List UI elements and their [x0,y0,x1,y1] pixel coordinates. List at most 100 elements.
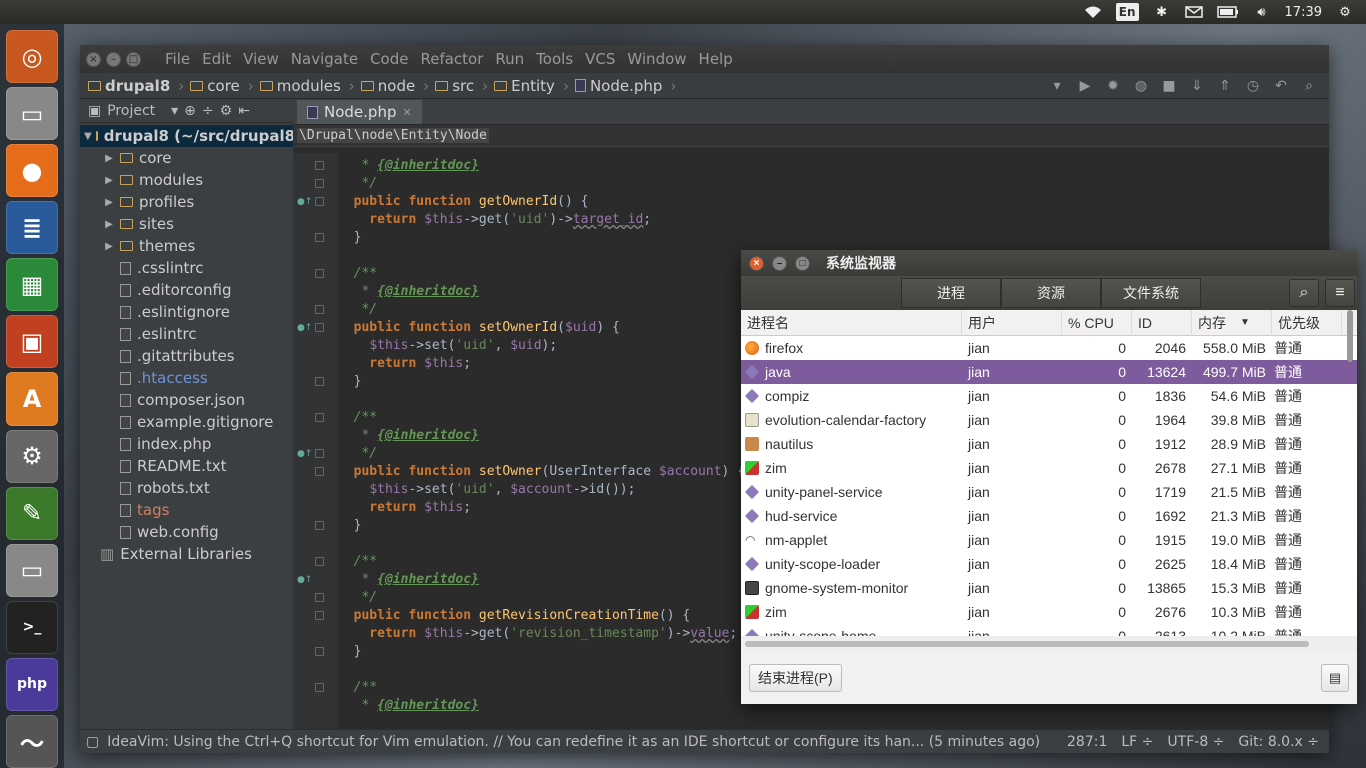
tool-windows-icon[interactable]: ▢ [86,734,99,750]
tree-item[interactable]: .htaccess [80,367,293,389]
column-header[interactable]: 优先级 [1272,309,1342,336]
process-properties-button[interactable]: ▤ [1321,664,1349,692]
hide-panel-icon[interactable]: ⇤ [238,103,250,119]
status-info-item[interactable]: UTF-8 ÷ [1167,734,1224,750]
chevron-right-icon[interactable]: ▶ [102,175,116,186]
table-row[interactable]: unity-panel-service jian 0 1719 21.5 MiB 普通 [741,480,1357,504]
vcs-update-icon[interactable]: ⇓ [1187,78,1207,94]
menu-refactor[interactable]: Refactor [414,50,489,68]
menu-edit[interactable]: Edit [196,50,237,68]
tree-item[interactable]: ▼ drupal8 (~/src/drupal8) [80,125,302,147]
breadcrumb-item[interactable]: modules › [259,77,355,95]
table-row[interactable]: nautilus jian 0 1912 28.9 MiB 普通 [741,432,1357,456]
override-marker-icon[interactable]: ●↑ [297,449,312,459]
search-button[interactable]: ⌕ [1289,279,1319,307]
wifi-icon[interactable] [1084,3,1102,21]
phpstorm-icon[interactable]: php [6,657,58,711]
stop-icon[interactable]: ■ [1159,78,1179,94]
table-row[interactable]: compiz jian 0 1836 54.6 MiB 普通 [741,384,1357,408]
breadcrumb-item[interactable]: drupal8 › [88,77,184,95]
fold-icon[interactable] [315,647,324,656]
end-process-button[interactable]: 结束进程(P) [749,664,842,692]
tree-item[interactable]: index.php [80,433,293,455]
fold-icon[interactable] [315,233,324,242]
close-tab-icon[interactable]: ✕ [402,106,411,119]
close-window-button[interactable]: × [86,51,101,67]
breadcrumb-item[interactable]: Entity › [494,77,569,95]
table-row[interactable]: hud-service jian 0 1692 21.3 MiB 普通 [741,504,1357,528]
run-icon[interactable]: ▶ [1075,78,1095,94]
fold-icon[interactable] [315,683,324,692]
calc-icon[interactable]: ▦ [6,258,58,312]
clock[interactable]: 17:39 [1285,3,1322,21]
menu-button[interactable]: ≡ [1325,279,1355,307]
tab-filesystems[interactable]: 文件系统 [1101,278,1201,308]
files-icon[interactable]: ▭ [6,87,58,141]
vertical-scrollbar[interactable] [1345,310,1355,650]
menu-view[interactable]: View [237,50,285,68]
system-monitor-icon[interactable]: 〜 [6,714,58,768]
settings-icon[interactable]: ⚙ [6,429,58,483]
project-view-label[interactable]: Project [107,103,155,119]
override-marker-icon[interactable]: ●↑ [297,197,312,207]
tree-item[interactable]: .editorconfig [80,279,293,301]
menu-code[interactable]: Code [364,50,414,68]
table-row[interactable]: java jian 0 13624 499.7 MiB 普通 [741,360,1357,384]
chevron-down-icon[interactable]: ▼ [84,131,92,142]
tree-item[interactable]: composer.json [80,389,293,411]
fold-icon[interactable] [315,377,324,386]
fold-icon[interactable] [315,449,324,458]
status-info-item[interactable]: 287:1 [1067,734,1107,750]
column-header[interactable]: 内存 ▼ [1192,309,1272,336]
tab-resources[interactable]: 资源 [1001,278,1101,308]
writer-icon[interactable]: ≣ [6,201,58,255]
battery-icon[interactable] [1216,3,1239,21]
table-row[interactable]: zim jian 0 2676 10.3 MiB 普通 [741,600,1357,624]
gear-icon[interactable]: ⚙ [220,103,233,119]
menu-navigate[interactable]: Navigate [285,50,364,68]
fold-icon[interactable] [315,611,324,620]
run-config-dropdown[interactable]: ▾ [1047,78,1067,94]
minimize-window-button[interactable]: – [772,255,787,271]
tree-item[interactable]: ▥ External Libraries [80,543,293,565]
chevron-right-icon[interactable]: ▶ [102,197,116,208]
software-center-icon[interactable]: A [6,372,58,426]
menu-file[interactable]: File [159,50,196,68]
status-message[interactable]: IdeaVim: Using the Ctrl+Q shortcut for V… [107,734,1059,750]
coverage-icon[interactable]: ◍ [1131,78,1151,94]
revert-icon[interactable]: ↶ [1271,78,1291,94]
menu-run[interactable]: Run [489,50,530,68]
breadcrumb-item[interactable]: core › [190,77,254,95]
tree-item[interactable]: .gitattributes [80,345,293,367]
tree-item[interactable]: ▶ core [80,147,293,169]
menu-help[interactable]: Help [693,50,739,68]
breadcrumb-item[interactable]: Node.php › [574,77,676,95]
collapse-all-icon[interactable]: ÷ [202,103,214,119]
vcs-history-icon[interactable]: ◷ [1243,78,1263,94]
fold-icon[interactable] [315,197,324,206]
maximize-window-button[interactable]: □ [795,255,810,271]
menu-tools[interactable]: Tools [530,50,579,68]
chevron-right-icon[interactable]: ▶ [102,219,116,230]
files-icon-2[interactable]: ▭ [6,543,58,597]
fold-icon[interactable] [315,305,324,314]
mail-icon[interactable] [1184,3,1203,21]
maximize-window-button[interactable]: □ [126,51,141,67]
fold-icon[interactable] [315,593,324,602]
column-header[interactable]: 用户 [962,309,1062,336]
xchat-icon[interactable]: ✎ [6,486,58,540]
menu-vcs[interactable]: VCS [579,50,621,68]
fold-icon[interactable] [315,413,324,422]
tree-item[interactable]: ▶ themes [80,235,293,257]
column-header[interactable]: 进程名 [741,309,962,336]
volume-icon[interactable]: 🔊︎ [1253,3,1271,21]
breadcrumb-item[interactable]: src › [435,77,488,95]
menu-window[interactable]: Window [621,50,692,68]
table-row[interactable]: unity-scope-home jian 0 2613 10.2 MiB 普通 [741,624,1357,636]
tree-item[interactable]: ▶ profiles [80,191,293,213]
firefox-icon[interactable]: ● [6,144,58,198]
table-row[interactable]: evolution-calendar-factory jian 0 1964 39.8 … [741,408,1357,432]
tree-item[interactable]: ▶ sites [80,213,293,235]
tree-item[interactable]: tags [80,499,293,521]
minimize-window-button[interactable]: – [106,51,121,67]
